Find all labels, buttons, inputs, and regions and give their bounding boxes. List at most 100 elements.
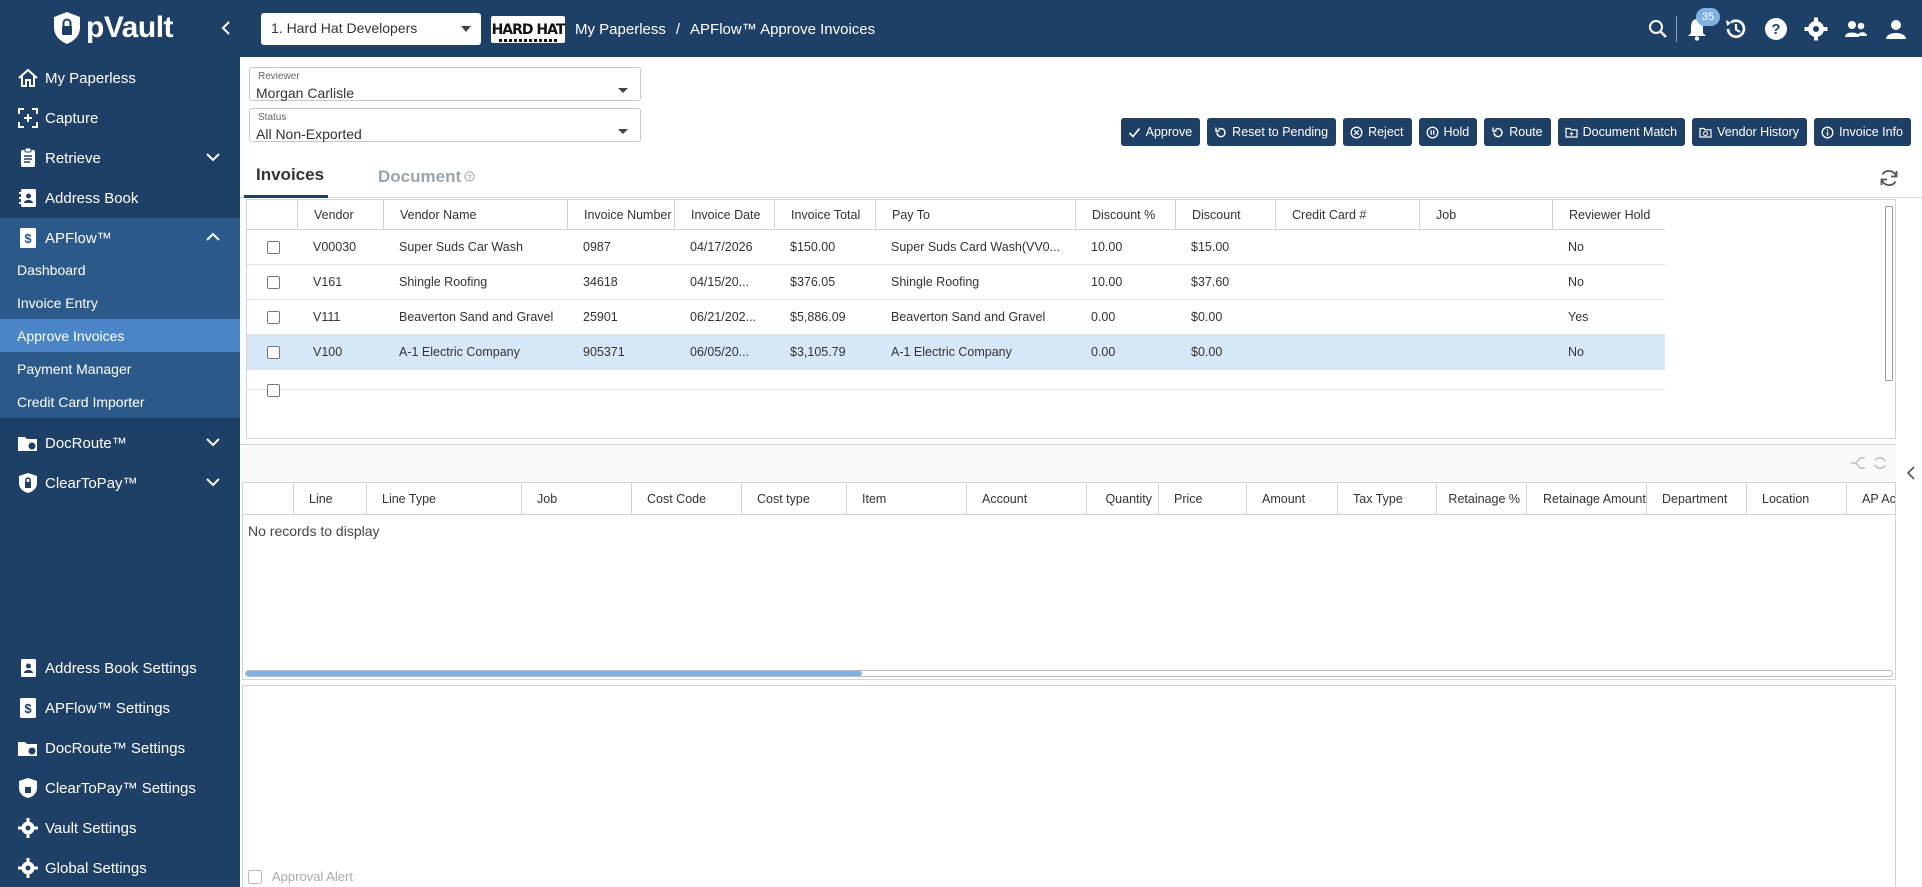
column-header-pay-to[interactable]: Pay To <box>875 200 1075 230</box>
collapse-sidebar-icon[interactable] <box>218 16 234 40</box>
vertical-scrollbar[interactable] <box>1885 206 1893 381</box>
table-row-selected[interactable]: V100 A-1 Electric Company 905371 06/05/2… <box>247 335 1665 370</box>
tab-invoices[interactable]: Invoices <box>244 155 328 198</box>
table-row[interactable]: V111 Beaverton Sand and Gravel 25901 06/… <box>247 300 1665 335</box>
row-checkbox[interactable] <box>267 276 280 289</box>
scrollbar-thumb[interactable] <box>246 671 862 676</box>
sidebar-item-cleartopay-settings[interactable]: ClearToPay™ Settings <box>0 768 240 808</box>
tab-bar: Invoices Document ? <box>240 155 1922 198</box>
sidebar-item-address-book[interactable]: Address Book <box>0 178 240 218</box>
cell-invoice-total: $150.00 <box>790 240 836 254</box>
shield-lock-icon <box>54 12 80 44</box>
settings-gear-icon[interactable] <box>1803 16 1829 42</box>
column-header-job[interactable]: Job <box>521 483 631 515</box>
divider <box>1676 16 1677 42</box>
column-header-department[interactable]: Department <box>1646 483 1746 515</box>
cell-invoice-date: 04/15/20... <box>690 275 750 289</box>
hold-button[interactable]: Hold <box>1418 118 1478 146</box>
column-header-reviewer-hold[interactable]: Reviewer Hold <box>1552 200 1665 230</box>
split-icon[interactable] <box>1850 455 1866 471</box>
user-profile-icon[interactable] <box>1883 16 1909 42</box>
reject-button[interactable]: Reject <box>1343 118 1412 146</box>
sidebar-item-cleartopay[interactable]: ClearToPay™ <box>0 463 240 503</box>
horizontal-scrollbar[interactable] <box>245 670 1893 677</box>
tab-document[interactable]: Document ? <box>378 155 488 198</box>
reviewer-select[interactable]: Reviewer Morgan Carlisle <box>249 67 641 101</box>
cell-invoice-number: 0987 <box>583 240 611 254</box>
sidebar-item-apflow[interactable]: $ APFlow™ <box>0 218 240 258</box>
help-icon[interactable]: ? <box>1763 16 1789 42</box>
cell-discount-pct: 0.00 <box>1091 345 1116 359</box>
sidebar-item-dashboard[interactable]: Dashboard <box>0 253 240 286</box>
refresh-icon[interactable] <box>1872 455 1888 471</box>
company-select[interactable]: 1. Hard Hat Developers <box>261 13 481 45</box>
column-header-vendor-name[interactable]: Vendor Name <box>383 200 567 230</box>
status-select[interactable]: Status All Non-Exported <box>249 108 641 142</box>
table-row[interactable]: V161 Shingle Roofing 34618 04/15/20... $… <box>247 265 1665 300</box>
column-header-cost-type[interactable]: Cost type <box>741 483 846 515</box>
document-match-button[interactable]: Document Match <box>1557 118 1686 146</box>
column-header-job[interactable]: Job <box>1419 200 1552 230</box>
table-row[interactable]: V00030 Super Suds Car Wash 0987 04/17/20… <box>247 230 1665 265</box>
column-header-account[interactable]: Account <box>966 483 1086 515</box>
row-checkbox[interactable] <box>267 311 280 324</box>
sidebar-item-invoice-entry[interactable]: Invoice Entry <box>0 286 240 319</box>
column-header-invoice-date[interactable]: Invoice Date <box>674 200 774 230</box>
row-checkbox[interactable] <box>267 384 280 397</box>
column-header-vendor[interactable]: Vendor <box>297 200 383 230</box>
sidebar-item-approve-invoices[interactable]: Approve Invoices <box>0 319 240 352</box>
line-items-toolbar <box>240 444 1896 482</box>
column-header-location[interactable]: Location <box>1746 483 1846 515</box>
column-header-line[interactable]: Line <box>293 483 366 515</box>
approve-button[interactable]: Approve <box>1120 118 1201 146</box>
row-checkbox[interactable] <box>267 241 280 254</box>
cell-pay-to: Super Suds Card Wash(VV0... <box>891 240 1061 254</box>
approval-alert-label: Approval Alert <box>272 869 353 884</box>
sidebar-item-docroute-settings[interactable]: DocRoute™ Settings <box>0 728 240 768</box>
sidebar-item-credit-card-importer[interactable]: Credit Card Importer <box>0 385 240 418</box>
row-checkbox[interactable] <box>267 346 280 359</box>
vendor-history-button[interactable]: Vendor History <box>1692 118 1808 146</box>
column-header-invoice-total[interactable]: Invoice Total <box>774 200 875 230</box>
reset-to-pending-button[interactable]: Reset to Pending <box>1207 118 1337 146</box>
sidebar-item-global-settings[interactable]: Global Settings <box>0 848 240 887</box>
sidebar-item-capture[interactable]: Capture <box>0 98 240 138</box>
sidebar-item-payment-manager[interactable]: Payment Manager <box>0 352 240 385</box>
chevron-left-icon[interactable] <box>1906 465 1916 481</box>
cell-invoice-date: 04/17/2026 <box>690 240 753 254</box>
route-button[interactable]: Route <box>1484 118 1551 146</box>
column-header-credit-card[interactable]: Credit Card # <box>1275 200 1419 230</box>
column-header-discount[interactable]: Discount <box>1175 200 1275 230</box>
column-header-invoice-number[interactable]: Invoice Number <box>567 200 674 230</box>
column-header-discount-pct[interactable]: Discount % <box>1075 200 1175 230</box>
approval-alert[interactable]: Approval Alert <box>248 869 353 884</box>
search-icon[interactable] <box>1645 16 1671 42</box>
chevron-down-icon <box>206 153 220 162</box>
brand[interactable]: pVault <box>0 0 240 57</box>
sidebar-item-retrieve[interactable]: Retrieve <box>0 138 240 178</box>
column-header-line-type[interactable]: Line Type <box>366 483 521 515</box>
users-icon[interactable] <box>1843 16 1869 42</box>
cell-invoice-total: $3,105.79 <box>790 345 846 359</box>
sidebar-item-vault-settings[interactable]: Vault Settings <box>0 808 240 848</box>
column-header-tax-type[interactable]: Tax Type <box>1337 483 1436 515</box>
column-header-item[interactable]: Item <box>846 483 966 515</box>
refresh-icon[interactable] <box>1878 167 1900 189</box>
invoice-info-button[interactable]: Invoice Info <box>1814 118 1911 146</box>
column-header-quantity[interactable]: Quantity <box>1086 483 1158 515</box>
history-icon[interactable] <box>1723 16 1749 42</box>
column-header-ap-account[interactable]: AP Ac <box>1846 483 1895 515</box>
sidebar-item-my-paperless[interactable]: My Paperless <box>0 58 240 98</box>
column-header-price[interactable]: Price <box>1158 483 1246 515</box>
sidebar-item-address-book-settings[interactable]: Address Book Settings <box>0 648 240 688</box>
breadcrumb-home[interactable]: My Paperless <box>575 21 666 38</box>
approval-alert-checkbox[interactable] <box>248 869 262 884</box>
column-header-retainage-pct[interactable]: Retainage % <box>1436 483 1526 515</box>
svg-text:?: ? <box>1771 21 1780 38</box>
sidebar-item-apflow-settings[interactable]: $ APFlow™ Settings <box>0 688 240 728</box>
column-header-amount[interactable]: Amount <box>1246 483 1337 515</box>
column-header-cost-code[interactable]: Cost Code <box>631 483 741 515</box>
column-header-retainage-amount[interactable]: Retainage Amount <box>1526 483 1646 515</box>
sidebar-item-docroute[interactable]: DocRoute™ <box>0 423 240 463</box>
table-row-partial[interactable] <box>247 370 1665 397</box>
